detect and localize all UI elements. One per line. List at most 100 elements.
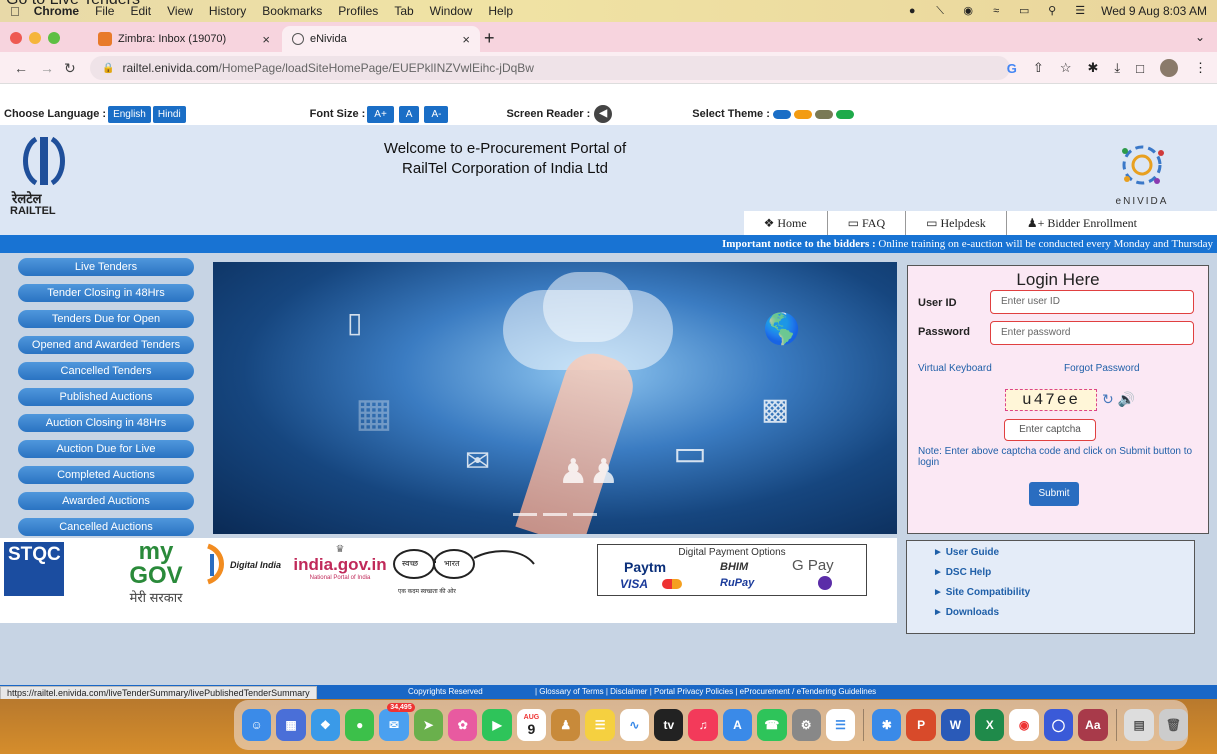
screen-share-icon[interactable]: ◯ [1043,709,1074,741]
mail-icon[interactable]: ✉ 34,495 [379,703,415,741]
facetime-icon[interactable]: ▶ [482,709,512,741]
visa-logo[interactable]: VISA [620,577,648,591]
theme-orange-button[interactable] [793,109,812,119]
close-tab-icon[interactable]: × [462,32,470,47]
photos-icon[interactable]: ✿ [448,709,478,741]
reminders-icon[interactable]: ☰ [825,709,856,741]
finder-icon[interactable]: ☺ [242,709,272,741]
maximize-window-icon[interactable] [48,32,60,44]
document-icon[interactable]: ▤ [1124,709,1154,741]
audio-icon[interactable]: 🔊 [1118,391,1135,407]
nav-bidder-enrollment[interactable]: ♟+ Bidder Enrollment [1005,211,1217,235]
font-normal-button[interactable]: A [398,105,420,123]
speaker-icon[interactable]: ◀ [594,105,613,123]
sidebar-item-completed-auctions[interactable]: Completed Auctions [18,466,194,484]
font-increase-button[interactable]: A+ [367,105,394,123]
pen-icon[interactable]: ⟍ [933,5,947,17]
refresh-icon[interactable]: ↻ [1102,391,1114,407]
download-icon[interactable]: ⤓ [1114,60,1120,76]
lang-english-button[interactable]: English [108,105,151,123]
rupay-logo[interactable]: RuPay [720,577,754,589]
close-window-icon[interactable] [10,32,22,44]
new-tab-icon[interactable]: + [484,28,495,49]
swachh-bharat-logo[interactable]: स्वच्छ भारत एक कदम स्वच्छता की ओर [392,544,542,595]
menubar-clock[interactable]: Wed 9 Aug 8:03 AM [1101,4,1207,18]
submit-button[interactable]: Submit [1029,482,1079,506]
extensions-icon[interactable]: ✱ [1087,60,1098,76]
theme-blue-button[interactable] [772,109,791,119]
password-input[interactable]: Enter password [990,321,1194,345]
bluetooth-icon[interactable]: ✱ [872,709,902,741]
hero-banner[interactable]: ▯ ▦ 🌎 ▩ ✉ ♟♟ ▭ [213,262,897,534]
launchpad-icon[interactable]: ▦ [276,709,306,741]
user-id-input[interactable]: Enter user ID [990,290,1194,314]
word-icon[interactable]: W [940,709,971,741]
sidebar-item-live-tenders[interactable]: Live Tenders [18,258,194,276]
star-icon[interactable]: ☆ [1060,60,1072,76]
battery-icon[interactable]: ▭ [1017,5,1031,17]
control-center-icon[interactable]: ☰ [1073,5,1087,17]
sidepanel-icon[interactable]: □ [1136,61,1144,76]
captcha-input[interactable]: Enter captcha [1004,419,1096,441]
menu-help[interactable]: Help [488,4,513,18]
font-decrease-button[interactable]: A- [424,105,449,123]
help-downloads[interactable]: ► Downloads [933,603,1194,623]
menu-bookmarks[interactable]: Bookmarks [262,4,322,18]
settings-icon[interactable]: ⚙ [791,709,821,741]
sidebar-item-published-auctions[interactable]: Published Auctions [18,388,194,406]
mastercard-icon[interactable] [662,579,682,589]
google-icon[interactable]: G [1007,61,1017,76]
theme-olive-button[interactable] [814,109,833,119]
sidebar-item-cancelled-tenders[interactable]: Cancelled Tenders [18,362,194,380]
chrome-icon[interactable]: ◉ [1009,709,1039,741]
mygov-logo[interactable]: my GOV मेरी सरकार [110,540,202,606]
tab-zimbra[interactable]: Zimbra: Inbox (19070) × [88,26,280,52]
menu-tab[interactable]: Tab [394,4,413,18]
lock-icon[interactable]: 🔒 [102,63,114,74]
sidebar-item-opened-awarded[interactable]: Opened and Awarded Tenders [18,336,194,354]
notes-icon[interactable]: ☰ [585,709,615,741]
trash-icon[interactable]: 🗑 [1158,709,1189,741]
gpay-logo[interactable]: G Pay [792,557,834,574]
nav-faq[interactable]: ▭ FAQ [826,211,905,235]
sidebar-item-tenders-due-open[interactable]: Tenders Due for Open [18,310,194,328]
safari-icon[interactable]: ❖ [310,709,341,741]
phonepe-icon[interactable] [818,576,832,590]
virtual-keyboard-link[interactable]: Virtual Keyboard [918,363,992,374]
maps-icon[interactable]: ➤ [413,709,444,741]
url-field[interactable]: 🔒 railtel.enivida.com /HomePage/loadSite… [90,56,1010,80]
excel-icon[interactable]: X [975,709,1005,741]
wifi-icon[interactable]: ≈ [989,5,1003,17]
help-site-compatibility[interactable]: ► Site Compatibility [933,583,1194,603]
powerpoint-icon[interactable]: P [906,709,936,741]
sidebar-item-auction-closing[interactable]: Auction Closing in 48Hrs [18,414,194,432]
carousel-dot[interactable] [543,513,567,516]
dictionary-icon[interactable]: Aa [1078,709,1108,741]
menu-history[interactable]: History [209,4,246,18]
whatsapp-icon[interactable]: ☎ [757,709,787,741]
carousel-dot[interactable] [513,513,537,516]
sidebar-item-tender-closing[interactable]: Tender Closing in 48Hrs [18,284,194,302]
nav-home[interactable]: ❖ Home [744,211,827,235]
paytm-logo[interactable]: Paytm [624,559,666,575]
sidebar-item-cancelled-auctions[interactable]: Cancelled Auctions [18,518,194,536]
india-gov-logo[interactable]: ♛ india.gov.in National Portal of India [292,544,388,581]
music-icon[interactable]: ♫ [688,709,718,741]
minimize-window-icon[interactable] [29,32,41,44]
sidebar-item-auction-due-live[interactable]: Auction Due for Live [18,440,194,458]
close-tab-icon[interactable]: × [262,32,270,47]
messages-icon[interactable]: ● [345,709,375,741]
search-icon[interactable]: ⚲ [1045,5,1059,17]
user-circle-icon[interactable]: ◉ [961,5,975,17]
help-dsc[interactable]: ► DSC Help [933,563,1194,583]
back-icon[interactable]: ← [14,60,28,76]
help-user-guide[interactable]: ► User Guide [933,543,1194,563]
forgot-password-link[interactable]: Forgot Password [1064,363,1140,374]
stqc-logo[interactable]: STQC [4,542,64,596]
contacts-icon[interactable]: ♟ [551,709,581,741]
theme-green-button[interactable] [835,109,854,119]
digital-india-logo[interactable]: Digital India [200,542,284,586]
carousel-dot[interactable] [573,513,597,516]
tab-enivida[interactable]: eNivida × [282,26,480,52]
share-icon[interactable]: ⇧ [1033,60,1044,76]
